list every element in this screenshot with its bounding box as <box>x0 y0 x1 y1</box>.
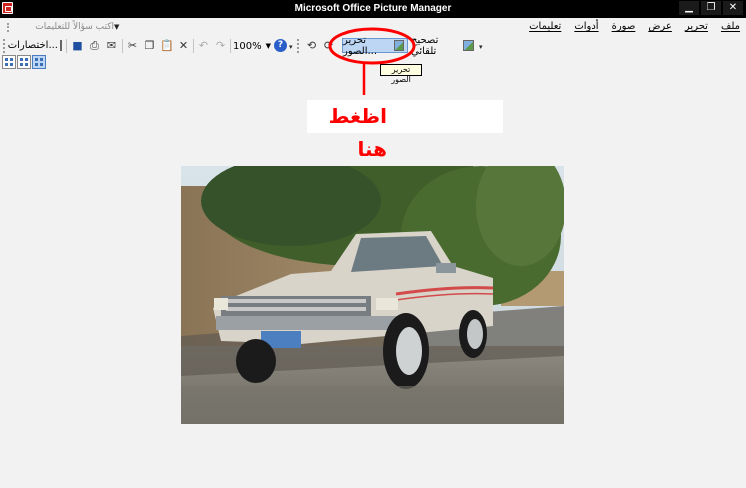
rotate-left-icon[interactable]: ⟲ <box>305 39 318 52</box>
shortcuts-label: اختصارات... <box>7 40 58 51</box>
toolbar-options-icon[interactable]: ▾ <box>479 43 484 51</box>
auto-correct-label: تصحيح تلقائي <box>411 34 439 57</box>
menu-bar: اكتب سؤالاً للتعليمات ▼ ملف تحرير عرض صو… <box>0 18 746 36</box>
save-icon[interactable]: ■ <box>71 39 84 52</box>
standard-toolbar: اختصارات... ■ ⎙ ✉ ✂ ❐ 📋 ✕ ↶ ↷ 100% ▼ ? ▾… <box>0 35 746 57</box>
menu-picture[interactable]: صورة <box>612 21 636 32</box>
thumbnail-view-icon[interactable] <box>2 55 16 69</box>
rotate-right-icon[interactable]: ⟳ <box>322 39 335 52</box>
filmstrip-view-icon[interactable] <box>17 55 31 69</box>
toolbar-separator <box>122 39 123 53</box>
truck-photo <box>181 166 564 424</box>
edit-pictures-label: تحرير الصور... <box>343 34 378 57</box>
picture-preview <box>181 166 564 424</box>
redo-icon[interactable]: ↷ <box>214 39 227 52</box>
zoom-value: 100% <box>233 40 262 52</box>
toolbar-separator <box>230 39 231 53</box>
help-dropdown-icon[interactable]: ▼ <box>114 23 119 31</box>
copy-icon[interactable]: ❐ <box>143 39 156 52</box>
toolbar-grip[interactable] <box>297 39 300 53</box>
zoom-dropdown-icon[interactable]: ▼ <box>266 42 271 50</box>
edit-pictures-button[interactable]: تحرير الصور... <box>342 35 408 57</box>
zoom-select[interactable]: 100% ▼ <box>233 39 271 53</box>
menu-view[interactable]: عرض <box>648 21 672 32</box>
help-icon[interactable]: ? <box>274 39 287 52</box>
help-search-box[interactable]: اكتب سؤالاً للتعليمات ▼ <box>4 19 120 34</box>
auto-correct-button[interactable]: تصحيح تلقائي <box>411 35 474 57</box>
single-picture-view-icon[interactable] <box>32 55 46 69</box>
help-box-grip <box>7 23 9 32</box>
email-icon[interactable]: ✉ <box>105 39 118 52</box>
view-mode-bar <box>0 55 746 71</box>
close-button[interactable]: ✕ <box>723 1 743 15</box>
click-here-label: اظغط هنا <box>307 100 503 161</box>
menu-items: ملف تحرير عرض صورة أدوات تعليمات <box>529 21 740 32</box>
help-search-placeholder: اكتب سؤالاً للتعليمات <box>35 21 114 32</box>
menu-file[interactable]: ملف <box>721 21 740 32</box>
undo-icon[interactable]: ↶ <box>197 39 210 52</box>
toolbar-separator <box>193 39 194 53</box>
delete-icon[interactable]: ✕ <box>177 39 190 52</box>
shortcuts-button[interactable]: اختصارات... <box>8 38 62 53</box>
menu-edit[interactable]: تحرير <box>685 21 708 32</box>
tooltip: تحرير الصور <box>380 64 422 84</box>
toolbar-grip[interactable] <box>3 39 6 53</box>
paste-icon[interactable]: 📋 <box>160 39 174 52</box>
toolbar-options-icon[interactable]: ▾ <box>289 43 294 51</box>
maximize-button[interactable]: ❐ <box>701 1 721 15</box>
toolbar-separator <box>66 39 67 53</box>
window-title: Microsoft Office Picture Manager <box>294 3 452 14</box>
print-icon[interactable]: ⎙ <box>88 39 101 52</box>
title-bar: Microsoft Office Picture Manager ▁ ❐ ✕ <box>0 0 746 18</box>
minimize-button[interactable]: ▁ <box>679 1 699 15</box>
shortcuts-icon <box>60 40 62 51</box>
menu-help[interactable]: تعليمات <box>529 21 561 32</box>
menu-tools[interactable]: أدوات <box>574 21 598 32</box>
edit-pictures-icon <box>393 40 404 51</box>
cut-icon[interactable]: ✂ <box>126 39 139 52</box>
auto-correct-icon <box>463 40 474 51</box>
window-controls: ▁ ❐ ✕ <box>679 1 743 15</box>
